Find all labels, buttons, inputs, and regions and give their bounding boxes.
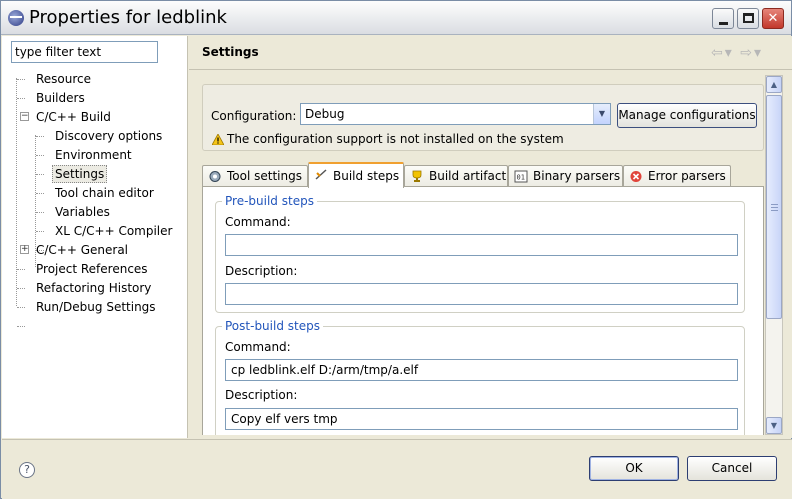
settings-pane: Settings ⇦▾ ⇨▾ Configuration: Debug ▼ Ma… (189, 36, 792, 438)
tree-item-refactoring-history[interactable]: Refactoring History (34, 279, 153, 297)
manage-configurations-button[interactable]: Manage configurations (617, 103, 757, 128)
tree-item-cpp-build[interactable]: C/C++ Build (34, 108, 113, 126)
page-title: Settings (202, 45, 259, 59)
svg-text:01: 01 (517, 174, 525, 182)
tab-tool-settings[interactable]: Tool settings (202, 165, 308, 187)
collapse-icon[interactable]: − (20, 112, 29, 121)
pre-build-title: Pre-build steps (222, 194, 317, 208)
dialog-button-bar: ? OK Cancel (2, 439, 792, 499)
post-build-title: Post-build steps (222, 319, 323, 333)
tree-item-run-debug-settings[interactable]: Run/Debug Settings (34, 298, 158, 316)
tree-item-tool-chain-editor[interactable]: Tool chain editor (53, 184, 156, 202)
title-bar[interactable]: Properties for ledblink ✕ (1, 1, 791, 35)
tree-connector (17, 307, 25, 308)
tree-connector (17, 326, 25, 327)
tab-label: Build steps (333, 169, 400, 183)
tree-connector (36, 212, 44, 213)
tree-item-variables[interactable]: Variables (53, 203, 112, 221)
properties-dialog: Properties for ledblink ✕ type filter te… (0, 0, 792, 499)
tree-item-environment[interactable]: Environment (53, 146, 134, 164)
configuration-label: Configuration: (211, 109, 297, 123)
tree-connector (17, 98, 25, 99)
settings-tabs: Tool settings Build steps Build artifact… (202, 162, 764, 188)
maximize-button[interactable] (737, 8, 759, 29)
tree-item-cpp-general[interactable]: C/C++ General (34, 241, 130, 259)
expand-icon[interactable]: + (20, 245, 29, 254)
scroll-up-button[interactable]: ▲ (766, 76, 782, 93)
ok-button[interactable]: OK (589, 456, 679, 481)
tab-label: Tool settings (227, 169, 302, 183)
tree-item-settings[interactable]: Settings (52, 165, 108, 183)
tree-item-builders[interactable]: Builders (34, 89, 87, 107)
settings-content: Configuration: Debug ▼ Manage configurat… (199, 79, 765, 435)
post-build-description-label: Description: (225, 388, 298, 402)
pre-build-command-input[interactable] (225, 234, 738, 256)
pre-build-description-label: Description: (225, 264, 298, 278)
scroll-thumb[interactable] (766, 95, 782, 319)
filter-input[interactable]: type filter text (11, 41, 158, 63)
build-steps-panel: Pre-build steps Command: Description: Po… (202, 186, 764, 435)
post-build-group: Post-build steps Command: cp ledblink.el… (215, 319, 745, 435)
minimize-button[interactable] (712, 8, 734, 29)
chevron-up-icon: ▲ (770, 80, 778, 89)
pre-build-command-label: Command: (225, 215, 291, 229)
tree-connector (36, 231, 44, 232)
eclipse-icon (8, 10, 24, 26)
maximize-icon (743, 13, 754, 23)
tab-build-artifact[interactable]: Build artifact (404, 165, 508, 187)
configuration-warning: The configuration support is not install… (227, 132, 564, 146)
configuration-value: Debug (305, 107, 345, 121)
tab-label: Build artifact (429, 169, 507, 183)
chevron-down-icon: ▼ (770, 421, 778, 430)
tree-item-discovery-options[interactable]: Discovery options (53, 127, 164, 145)
build-steps-icon (315, 169, 327, 180)
nav-arrows: ⇦▾ ⇨▾ (711, 45, 763, 61)
chevron-down-icon[interactable]: ▼ (593, 104, 610, 124)
vertical-scrollbar[interactable]: ▲ ▼ (765, 75, 783, 435)
tree-connector (16, 78, 17, 306)
grip-icon (771, 204, 778, 211)
tree-connector (17, 288, 25, 289)
tab-binary-parsers[interactable]: 01 Binary parsers (508, 165, 623, 187)
minimize-icon (719, 22, 728, 25)
tree-connector (36, 174, 44, 175)
settings-header: Settings ⇦▾ ⇨▾ (189, 36, 792, 70)
warning-icon (212, 134, 224, 145)
post-build-command-input[interactable]: cp ledblink.elf D:/arm/tmp/a.elf (225, 359, 738, 381)
window-title: Properties for ledblink (29, 7, 227, 28)
configuration-group: Configuration: Debug ▼ Manage configurat… (202, 84, 764, 151)
tree-connector (17, 269, 25, 270)
error-icon (630, 171, 642, 182)
tree-connector (36, 136, 44, 137)
tool-icon (209, 171, 221, 182)
tree-connector (36, 193, 44, 194)
close-icon: ✕ (767, 11, 779, 26)
tab-label: Error parsers (648, 169, 726, 183)
tab-error-parsers[interactable]: Error parsers (623, 165, 731, 187)
scroll-down-button[interactable]: ▼ (766, 417, 782, 434)
tab-label: Binary parsers (533, 169, 621, 183)
cancel-button[interactable]: Cancel (687, 456, 777, 481)
tree-item-project-references[interactable]: Project References (34, 260, 150, 278)
tree-connector (36, 155, 44, 156)
tree-connector (17, 79, 25, 80)
trophy-icon (412, 170, 422, 182)
help-icon[interactable]: ? (19, 462, 35, 478)
close-button[interactable]: ✕ (762, 8, 784, 29)
back-arrow-icon[interactable]: ⇦▾ (711, 45, 734, 61)
property-tree-pane: type filter text − + Resource Builders C… (2, 36, 188, 438)
configuration-select[interactable]: Debug ▼ (300, 103, 611, 125)
tree-item-xl-compiler[interactable]: XL C/C++ Compiler (53, 222, 174, 240)
pre-build-group: Pre-build steps Command: Description: (215, 194, 745, 313)
post-build-command-label: Command: (225, 340, 291, 354)
post-build-description-input[interactable]: Copy elf vers tmp (225, 408, 738, 430)
tab-build-steps[interactable]: Build steps (308, 162, 404, 188)
tree-item-resource[interactable]: Resource (34, 70, 93, 88)
forward-arrow-icon[interactable]: ⇨▾ (740, 45, 763, 61)
pre-build-description-input[interactable] (225, 283, 738, 305)
binary-icon: 01 (514, 170, 528, 183)
